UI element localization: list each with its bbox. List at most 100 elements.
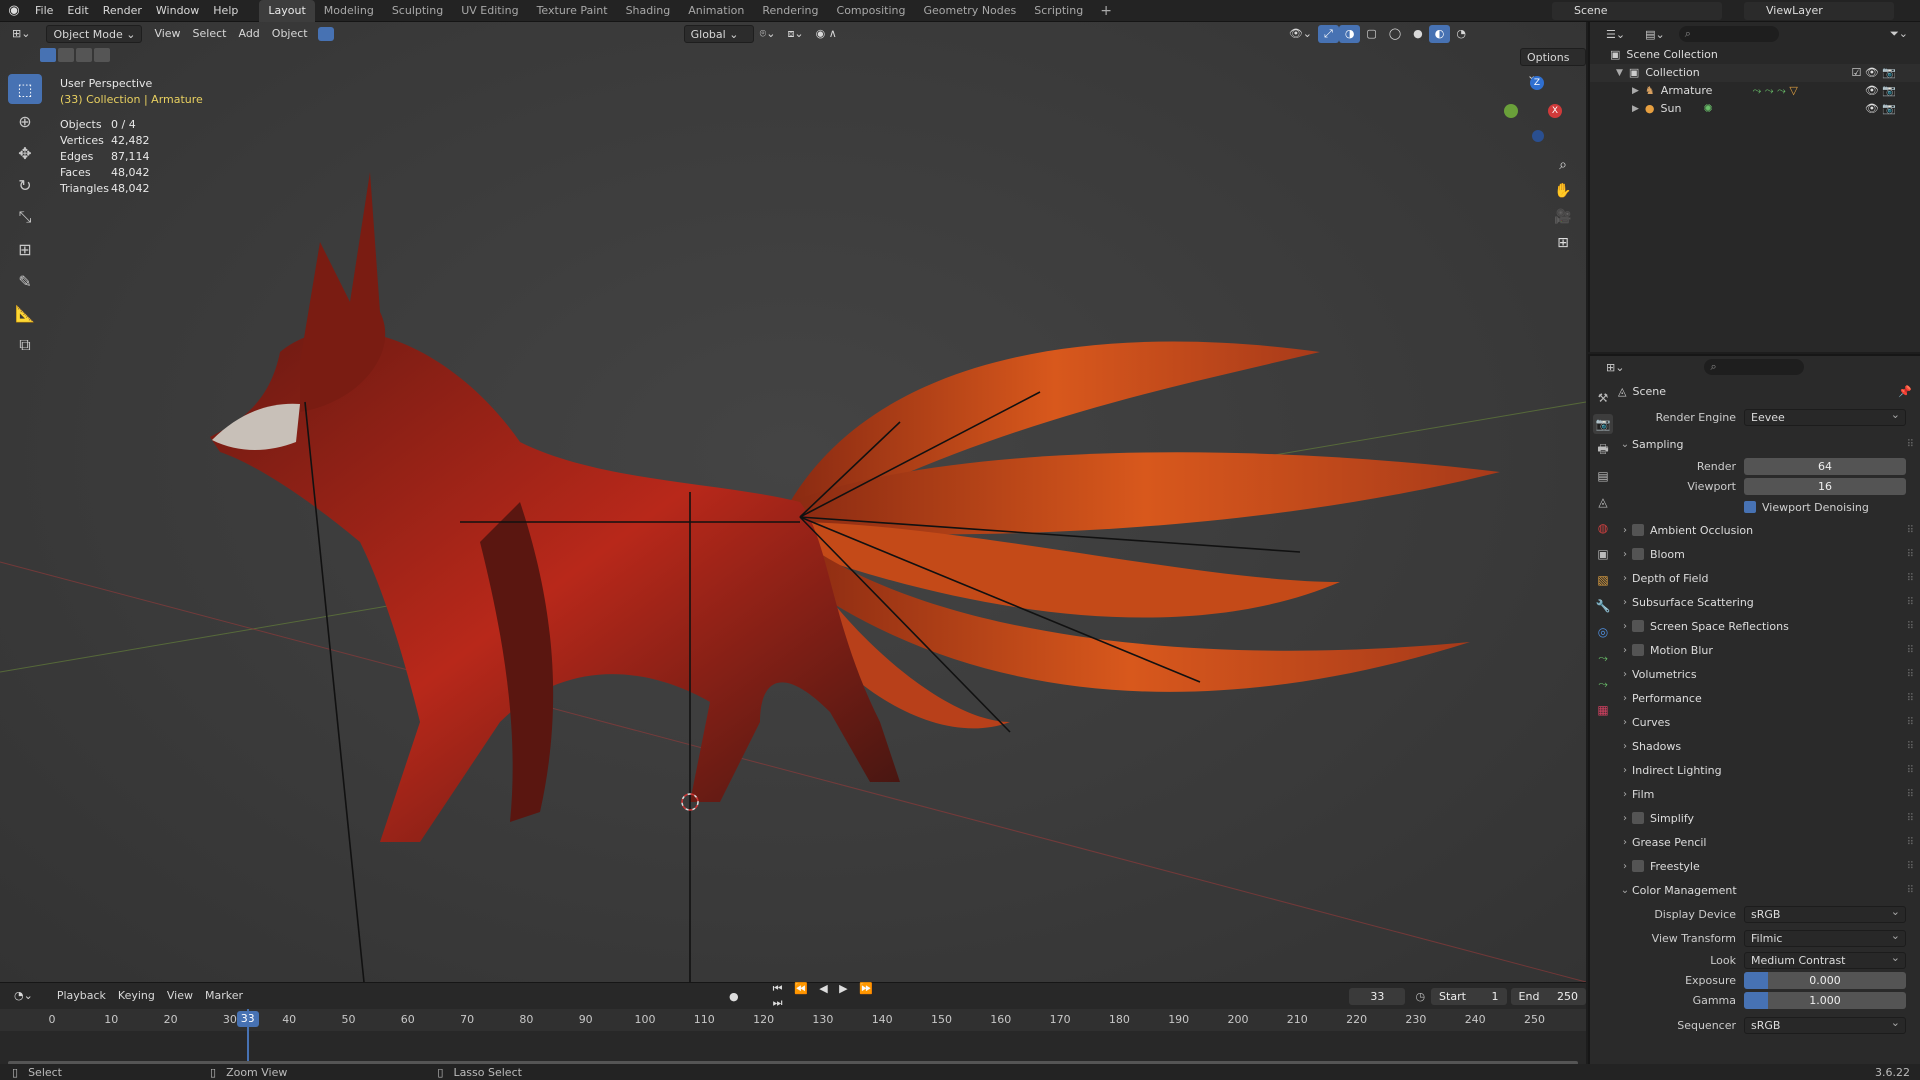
timeline-menu-playback[interactable]: Playback [51,987,112,1005]
scene-collection-row[interactable]: ▣ Scene Collection [1590,46,1920,64]
panel-header-motion-blur[interactable]: › Motion Blur ⠿ [1618,638,1920,662]
timeline-menu-keying[interactable]: Keying [112,987,161,1005]
panel-header-subsurface-scattering[interactable]: › Subsurface Scattering ⠿ [1618,590,1920,614]
material-shading-icon[interactable]: ◐ [1428,25,1451,43]
drag-handle-icon[interactable]: ⠿ [1907,549,1914,560]
snap-icon[interactable]: ⧈⌄ [781,25,809,43]
exposure-slider[interactable]: 0.000 [1744,971,1906,989]
display-device-dropdown[interactable]: sRGB [1744,904,1906,923]
timeline-track-area[interactable] [0,1009,1586,1067]
panel-header-bloom[interactable]: › Bloom ⠿ [1618,542,1920,566]
filter-icon[interactable]: ⏷⌄ [1890,27,1908,41]
timeline-editor-type-button[interactable]: ◔⌄ [8,987,39,1005]
render-tab-icon[interactable]: 📷 [1593,414,1613,434]
visibility-eye-icon[interactable]: 👁 📷 [1865,82,1896,100]
panel-header-grease-pencil[interactable]: › Grease Pencil ⠿ [1618,830,1920,854]
options-dropdown[interactable]: Options ⌄ [1520,48,1586,82]
menu-render[interactable]: Render [96,0,149,22]
drag-handle-icon[interactable]: ⠿ [1907,645,1914,656]
y-axis-gizmo[interactable] [1504,104,1518,118]
panel-header-performance[interactable]: › Performance ⠿ [1618,686,1920,710]
viewlayer-selector[interactable]: ViewLayer [1744,2,1894,20]
drag-handle-icon[interactable]: ⠿ [1907,597,1914,608]
panel-header-film[interactable]: › Film ⠿ [1618,782,1920,806]
panel-header-indirect-lighting[interactable]: › Indirect Lighting ⠿ [1618,758,1920,782]
blender-logo-icon[interactable]: ◉ [0,3,28,18]
perspective-toggle-icon[interactable]: ⊞ [1550,230,1576,256]
drag-handle-icon[interactable]: ⠿ [1907,885,1914,896]
editor-type-button[interactable]: ⊞⌄ [6,25,36,43]
visibility-eye-icon[interactable]: ☑ 👁 📷 [1851,64,1896,82]
workspace-tab-shading[interactable]: Shading [617,0,680,22]
drag-handle-icon[interactable]: ⠿ [1907,525,1914,536]
gizmo-toggle-icon[interactable]: ⤢ [1318,25,1339,43]
constraint-tab-icon[interactable]: ⤳ [1593,648,1613,668]
panel-header-curves[interactable]: › Curves ⠿ [1618,710,1920,734]
drag-handle-icon[interactable]: ⠿ [1907,861,1914,872]
move-icon[interactable]: ✥ [8,138,42,168]
world-tab-icon[interactable]: ◍ [1593,518,1613,538]
panel-header-ambient-occlusion[interactable]: › Ambient Occlusion ⠿ [1618,518,1920,542]
tool-tab-icon[interactable]: ⚒ [1593,388,1613,408]
select-box-icon[interactable]: ⬚ [8,74,42,104]
workspace-tab-scripting[interactable]: Scripting [1025,0,1092,22]
panel-header-simplify[interactable]: › Simplify ⠿ [1618,806,1920,830]
pan-hand-icon[interactable]: ✋ [1550,178,1576,204]
panel-header-shadows[interactable]: › Shadows ⠿ [1618,734,1920,758]
sequencer-dropdown[interactable]: sRGB [1744,1015,1906,1034]
panel-enable-checkbox[interactable] [1632,620,1644,632]
mode-dropdown[interactable]: Object Mode ⌄ [46,25,143,43]
drag-handle-icon[interactable]: ⠿ [1907,717,1914,728]
panel-enable-checkbox[interactable] [1632,548,1644,560]
menu-help[interactable]: Help [206,0,245,22]
clock-icon[interactable]: ◷ [1415,990,1425,1003]
panel-header-volumetrics[interactable]: › Volumetrics ⠿ [1618,662,1920,686]
drag-handle-icon[interactable]: ⠿ [1907,789,1914,800]
timeline-menu-view[interactable]: View [161,987,199,1005]
menu-edit[interactable]: Edit [60,0,95,22]
display-mode-button[interactable]: ▤⌄ [1645,28,1665,41]
zoom-icon[interactable]: ⌕ [1550,152,1576,178]
navigation-gizmo[interactable]: Z X [1500,74,1570,144]
viewport-samples-field[interactable]: 16 [1744,477,1906,495]
viewport-denoising-row[interactable]: Viewport Denoising [1618,496,1920,518]
drag-handle-icon[interactable]: ⠿ [1907,439,1914,450]
rendered-shading-icon[interactable]: ◔ [1450,25,1472,43]
overlay-toggle-icon[interactable]: ◑ [1338,25,1361,43]
pivot-icon[interactable]: ⌾⌄ [754,25,782,43]
end-frame-field[interactable]: End 250 [1510,987,1587,1005]
object-tab-icon[interactable]: ▧ [1593,570,1613,590]
outliner-item-armature[interactable]: ▶ ♞ Armature ⤳ ⤳ ⤳ ▽ 👁 📷 [1590,82,1920,100]
panel-header-depth-of-field[interactable]: › Depth of Field ⠿ [1618,566,1920,590]
collection-tab-icon[interactable]: ▣ [1593,544,1613,564]
menu-window[interactable]: Window [149,0,206,22]
scene-tab-icon[interactable]: ◬ [1593,492,1613,512]
modifier-tab-icon[interactable]: 🔧 [1593,596,1613,616]
annotate-icon[interactable]: ✎ [8,266,42,296]
view-transform-dropdown[interactable]: Filmic [1744,928,1906,947]
3d-viewport[interactable]: ⊞⌄ Object Mode ⌄ View Select Add Object Glo… [0,22,1586,982]
camera-view-icon[interactable]: 🎥 [1550,204,1576,230]
workspace-tab-modeling[interactable]: Modeling [315,0,383,22]
panel-header-screen-space-reflections[interactable]: › Screen Space Reflections ⠿ [1618,614,1920,638]
visibility-eye-icon[interactable]: 👁 📷 [1865,100,1896,118]
frame-ruler[interactable]: 0 10 20 30 40 50 60 70 80 90 100 110 120 130 140 150 160… [0,1009,1586,1031]
drag-handle-icon[interactable]: ⠿ [1907,837,1914,848]
current-frame-field[interactable]: 33 [1349,987,1406,1005]
drag-handle-icon[interactable]: ⠿ [1907,765,1914,776]
workspace-tab-texture-paint[interactable]: Texture Paint [528,0,617,22]
gamma-slider[interactable]: 1.000 [1744,991,1906,1009]
drag-handle-icon[interactable]: ⠿ [1907,813,1914,824]
z-axis-gizmo[interactable]: Z [1530,76,1544,90]
workspace-tab-geometry-nodes[interactable]: Geometry Nodes [914,0,1025,22]
look-dropdown[interactable]: Medium Contrast [1744,950,1906,969]
x-axis-gizmo[interactable]: X [1548,104,1562,118]
xray-icon[interactable]: ▢ [1360,25,1382,43]
workspace-tab-layout[interactable]: Layout [259,0,315,22]
workspace-tab-uv-editing[interactable]: UV Editing [452,0,527,22]
wireframe-shading-icon[interactable]: ◯ [1383,25,1407,43]
outliner-editor-type-button[interactable]: ☰⌄ [1606,28,1625,41]
props-search-input[interactable]: ⌕ [1704,359,1805,375]
render-engine-dropdown[interactable]: Eevee [1744,407,1906,426]
solid-shading-icon[interactable]: ● [1407,25,1429,43]
